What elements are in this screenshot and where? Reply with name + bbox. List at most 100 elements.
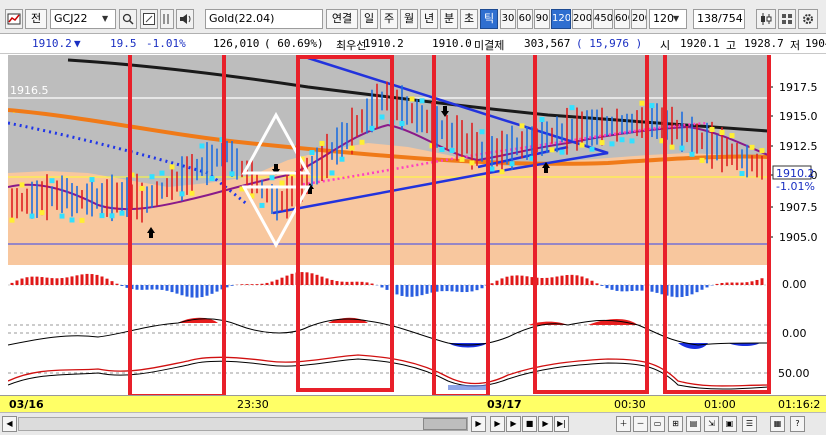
macd-bar (230, 285, 234, 286)
sar-dot (399, 120, 405, 126)
btn-minute[interactable]: 분 (440, 9, 458, 29)
expand-icon[interactable]: ⇲ (704, 416, 719, 432)
indicator-name: Gold(22.04) (209, 12, 275, 25)
sar-dot (229, 171, 235, 177)
scroll-right-button[interactable]: ▶ (471, 416, 486, 432)
save-icon[interactable]: ▦ (770, 416, 785, 432)
indicator-select[interactable]: Gold(22.04) (205, 9, 323, 29)
macd-bar (510, 275, 514, 285)
scroll-track[interactable] (18, 417, 468, 431)
chart-menu-icon[interactable] (5, 9, 23, 29)
price-change: 19.5 (110, 37, 137, 50)
sar-dot (79, 217, 85, 223)
macd-bar (455, 285, 459, 292)
btn-month[interactable]: 월 (400, 9, 418, 29)
btn-year[interactable]: 년 (420, 9, 438, 29)
symbol-input[interactable]: GCJ22 ▼ (50, 9, 116, 29)
interval-200b[interactable]: 200 (631, 9, 647, 29)
btn-second[interactable]: 초 (460, 9, 478, 29)
macd-bar (300, 272, 304, 285)
period-select[interactable]: 전 (25, 9, 47, 29)
macd-bar (695, 285, 699, 293)
high-value: 1928.7 (744, 37, 784, 50)
price-chart-area[interactable]: 1917.5 1915.0 1912.5 1910.0 1907.5 1905.… (8, 55, 826, 395)
macd-bar (450, 285, 454, 292)
unsettled-change: ( 15,976 ) (576, 37, 643, 50)
macd-bar (370, 283, 374, 285)
macd-bar (275, 279, 279, 285)
sar-dot (509, 161, 515, 167)
symbol-value: GCJ22 (54, 12, 88, 25)
chevron-down-icon[interactable]: ▼ (102, 10, 114, 28)
stop-button[interactable]: ■ (522, 416, 537, 432)
sar-dot (319, 140, 325, 146)
list-icon[interactable]: ☰ (742, 416, 757, 432)
current-change-tag: -1.01% (776, 180, 815, 193)
interval-200[interactable]: 200 (572, 9, 592, 29)
btn-day[interactable]: 일 (360, 9, 378, 29)
interval-60[interactable]: 60 (517, 9, 533, 29)
zoom-reset-icon[interactable]: ▭ (650, 416, 665, 432)
btn-tick[interactable]: 틱 (480, 9, 498, 29)
speaker-icon[interactable] (176, 9, 194, 29)
macd-bar (690, 285, 694, 295)
macd-bar (385, 285, 389, 290)
btn-link[interactable]: 연결 (326, 9, 358, 29)
help-icon[interactable]: ? (790, 416, 805, 432)
macd-bar (440, 285, 444, 292)
play-button[interactable]: ▶ (506, 416, 521, 432)
candle-icon[interactable] (756, 9, 776, 29)
nearest-label: 최우선 (336, 39, 367, 52)
line-tool-icon[interactable] (160, 9, 174, 29)
macd-bar (90, 274, 94, 285)
scroll-left-button[interactable]: ◀ (2, 416, 17, 432)
macd-bar (110, 281, 114, 285)
interval-select[interactable]: 120 ▼ (649, 9, 687, 29)
nearest-value: 1910.2 (364, 37, 404, 50)
sar-dot (439, 146, 445, 152)
sar-dot (29, 213, 35, 219)
zoom-in-icon[interactable]: ＋ (616, 416, 631, 432)
window-icon[interactable]: ▣ (722, 416, 737, 432)
sar-dot (19, 182, 25, 188)
sar-dot (329, 170, 335, 176)
sar-dot (169, 164, 175, 170)
interval-450[interactable]: 450 (593, 9, 613, 29)
macd-bar (580, 276, 584, 285)
magnifier-icon[interactable] (119, 9, 137, 29)
time-label-6: 01:16:2 (778, 398, 821, 411)
macd-bar (15, 280, 19, 285)
macd-bar (720, 282, 724, 285)
price-type-icon[interactable] (140, 9, 158, 29)
btn-week[interactable]: 주 (380, 9, 398, 29)
sar-dot (359, 139, 365, 145)
grid-icon[interactable] (778, 9, 796, 29)
chevron-down-icon[interactable]: ▼ (673, 10, 685, 28)
sar-dot (49, 178, 55, 184)
interval-120[interactable]: 120 (551, 9, 571, 29)
sar-dot (209, 176, 215, 182)
bar-count-field[interactable]: 138/754 (693, 9, 745, 29)
chart-tool-icon[interactable]: ⊞ (668, 416, 683, 432)
unsettled-value: 303,567 (524, 37, 571, 50)
low-label: 저 (790, 39, 801, 52)
macd-bar (755, 279, 759, 285)
open-label: 시 (660, 39, 671, 52)
print-icon[interactable]: ▤ (686, 416, 701, 432)
macd-bar (475, 285, 479, 291)
volume: 126,010 (213, 37, 260, 50)
step-button[interactable]: ▶ (538, 416, 553, 432)
macd-bar (505, 276, 509, 285)
macd-bar (560, 275, 564, 285)
interval-30[interactable]: 30 (500, 9, 516, 29)
gear-icon[interactable] (798, 9, 818, 29)
zoom-out-icon[interactable]: － (633, 416, 648, 432)
end-button[interactable]: ▶| (554, 416, 569, 432)
play-back-button[interactable]: ▶ (490, 416, 505, 432)
scroll-thumb[interactable] (423, 418, 467, 430)
interval-90[interactable]: 90 (534, 9, 550, 29)
time-label-5: 01:00 (704, 398, 736, 411)
interval-600[interactable]: 600 (614, 9, 630, 29)
macd-bar (480, 285, 484, 289)
macd-bar (200, 285, 204, 298)
